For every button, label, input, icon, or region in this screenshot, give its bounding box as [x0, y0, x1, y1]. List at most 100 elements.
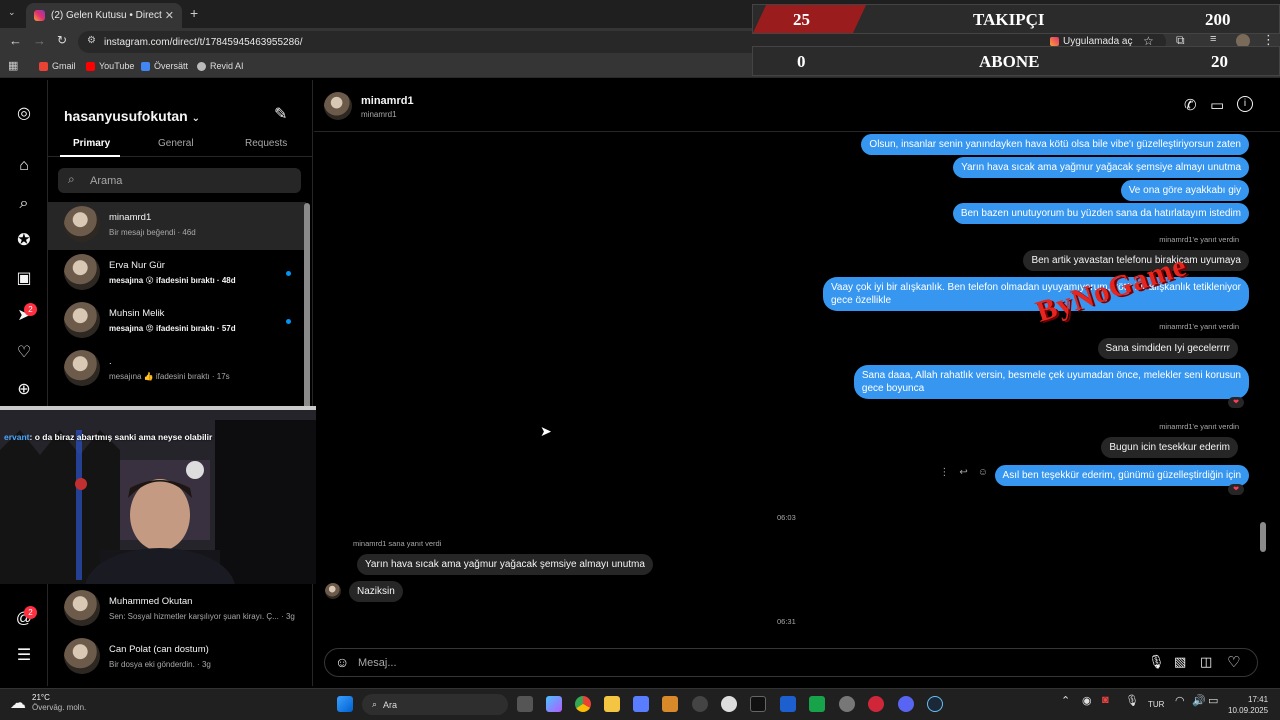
conversation-item[interactable]: . mesajına 👍 ifadesini bıraktı · 17s [48, 346, 306, 394]
apps-grid-icon[interactable]: ▦ [8, 59, 18, 72]
explore-compass-icon[interactable]: ✪ [14, 231, 34, 251]
bookmark-youtube[interactable]: YouTube [86, 61, 134, 71]
task-view-icon[interactable] [517, 696, 533, 712]
emoji-react-icon[interactable]: ☺ [978, 467, 988, 478]
microphone-icon[interactable]: 🎙 [1125, 694, 1139, 707]
conversation-item[interactable]: Muhammed Okutan Sen: Sosyal hizmetler ka… [48, 586, 306, 634]
app-icon[interactable] [662, 696, 678, 712]
tab-search-chevron-icon[interactable]: ⌄ [8, 7, 16, 18]
windows-taskbar: ☁ 21°C Övervāg. moln. ⌕ Ara ⌃ ◉ ◙ 🎙 TUR ◠… [0, 688, 1280, 720]
new-message-icon[interactable]: ✎ [274, 104, 287, 124]
weather-widget[interactable]: ☁ 21°C Övervāg. moln. [10, 693, 86, 713]
clock[interactable]: 17:41 10.09.2025 [1228, 694, 1268, 716]
message-composer[interactable]: ☺ Mesaj... 🎙 ▧ ◫ ♡ [324, 648, 1258, 677]
notifications-heart-icon[interactable]: ♡ [14, 343, 34, 363]
list-scrollbar[interactable] [304, 203, 310, 409]
tray-overflow-icon[interactable]: ⌃ [1061, 694, 1070, 707]
unread-dot [286, 319, 291, 324]
battery-icon[interactable]: ▭ [1208, 694, 1218, 707]
chatgpt-icon[interactable] [721, 696, 737, 712]
tray-icon[interactable]: ◙ [1102, 694, 1109, 706]
heart-reaction-icon[interactable]: ❤ [1228, 484, 1244, 495]
tab-primary[interactable]: Primary [73, 138, 110, 149]
start-windows-icon[interactable] [337, 696, 353, 712]
follower-goal: 200 [1205, 10, 1231, 29]
heart-reaction-icon[interactable]: ❤ [1228, 397, 1244, 408]
follower-count-current: 25 [793, 10, 810, 29]
chat-avatar[interactable] [324, 92, 352, 120]
create-icon[interactable]: ⊕ [14, 380, 34, 400]
app-icon[interactable] [839, 696, 855, 712]
quoted-message[interactable]: Bugun icin tesekkur ederim [1101, 437, 1238, 458]
microphone-icon[interactable]: 🎙 [1148, 654, 1165, 670]
reels-icon[interactable]: ▣ [14, 269, 34, 289]
bookmark-gmail[interactable]: Gmail [39, 61, 76, 71]
site-info-icon[interactable]: ⚙ [87, 35, 96, 46]
steam-icon[interactable] [927, 696, 943, 712]
reading-list-icon[interactable]: ≡ [1210, 33, 1216, 45]
conversation-item[interactable]: Muhsin Melik mesajına 😡 ifadesini bırakt… [48, 298, 306, 346]
video-call-icon[interactable]: ▭ [1210, 96, 1224, 114]
green-app-icon[interactable] [809, 696, 825, 712]
message-thread: Olsun, insanlar senin yanındayken hava k… [314, 132, 1266, 640]
search-icon[interactable]: ⌕ [14, 194, 34, 214]
like-heart-icon[interactable]: ♡ [1227, 653, 1240, 671]
file-explorer-icon[interactable] [604, 696, 620, 712]
sticker-icon[interactable]: ◫ [1200, 654, 1212, 670]
emoji-picker-icon[interactable]: ☺ [335, 654, 349, 670]
image-upload-icon[interactable]: ▧ [1174, 654, 1186, 670]
message-bubble-sent[interactable]: Olsun, insanlar senin yanındayken hava k… [861, 134, 1249, 155]
subscriber-counter-overlay: 0 ABONE 20 [752, 46, 1280, 76]
message-bubble-sent[interactable]: Sana daaa, Allah rahatlık versin, besmel… [853, 365, 1249, 399]
red-app-icon[interactable] [868, 696, 884, 712]
tab-general[interactable]: General [158, 138, 194, 149]
conversation-item[interactable]: Erva Nur Gür mesajına 😮 ifadesini bırakt… [48, 250, 306, 298]
message-bubble-sent[interactable]: Ben bazen unutuyorum bu yüzden sana da h… [952, 203, 1249, 224]
message-bubble-sent[interactable]: Yarın hava sıcak ama yağmur yağacak şems… [953, 157, 1249, 178]
language-indicator[interactable]: TUR [1148, 700, 1164, 709]
youtube-icon [86, 61, 95, 71]
messages-icon[interactable]: ➤ 2 [14, 303, 37, 326]
obs-icon[interactable] [692, 696, 708, 712]
store-icon[interactable] [633, 696, 649, 712]
volume-icon[interactable]: 🔊 [1192, 694, 1206, 707]
conversation-item[interactable]: Can Polat (can dostum) Bir dosya eki gön… [48, 634, 306, 682]
instagram-logo-icon[interactable]: ◎ [14, 104, 34, 124]
bookmark-revid[interactable]: Revid AI [197, 61, 244, 71]
conversation-info-icon[interactable]: i [1237, 96, 1253, 112]
reload-icon[interactable]: ↻ [57, 33, 67, 47]
copilot-icon[interactable] [546, 696, 562, 712]
threads-icon[interactable]: @2 [14, 606, 37, 629]
message-input[interactable]: Mesaj... [358, 657, 397, 669]
tray-icon[interactable]: ◉ [1082, 694, 1092, 707]
thread-scrollbar[interactable] [1260, 522, 1266, 552]
search-icon: ⌕ [68, 172, 75, 186]
tiktok-icon[interactable] [750, 696, 766, 712]
back-arrow-icon[interactable]: ← [9, 33, 22, 48]
browser-tab-instagram[interactable]: (2) Gelen Kutusu • Direct ✕ [26, 3, 182, 28]
new-tab-icon[interactable]: + [190, 5, 198, 21]
stream-chat-user: ervant [4, 432, 30, 442]
tab-requests[interactable]: Requests [245, 138, 287, 149]
bookmark-translate[interactable]: Översätt [141, 61, 188, 71]
message-bubble-sent[interactable]: Asıl ben teşekkür ederim, günümü güzelle… [994, 465, 1249, 486]
taskbar-search[interactable]: ⌕ Ara [362, 694, 508, 715]
editor-icon[interactable] [780, 696, 796, 712]
wifi-icon[interactable]: ◠ [1175, 694, 1185, 707]
account-switcher[interactable]: hasanyusufokutan ⌄ [64, 108, 200, 124]
discord-icon[interactable] [898, 696, 914, 712]
conversation-item[interactable]: minamrd1 Bir mesajı beğendi · 46d [48, 202, 306, 250]
phone-call-icon[interactable]: ✆ [1184, 96, 1197, 114]
search-input[interactable]: ⌕ Arama [58, 168, 301, 193]
chat-contact-name[interactable]: minamrd1 [361, 95, 414, 107]
message-bubble-received[interactable]: Naziksin [349, 581, 403, 602]
quoted-message[interactable]: Yarın hava sıcak ama yağmur yağacak şems… [357, 554, 653, 575]
close-tab-icon[interactable]: ✕ [165, 9, 174, 22]
home-icon[interactable]: ⌂ [14, 156, 34, 176]
chrome-icon[interactable] [575, 696, 591, 712]
reply-icon[interactable]: ↩ [959, 467, 967, 478]
message-bubble-sent[interactable]: Ve ona göre ayakkabı giy [1120, 180, 1249, 201]
forward-arrow-icon[interactable]: → [33, 33, 46, 48]
more-options-icon[interactable]: ⋮ [939, 467, 949, 478]
more-menu-icon[interactable]: ☰ [14, 646, 34, 666]
